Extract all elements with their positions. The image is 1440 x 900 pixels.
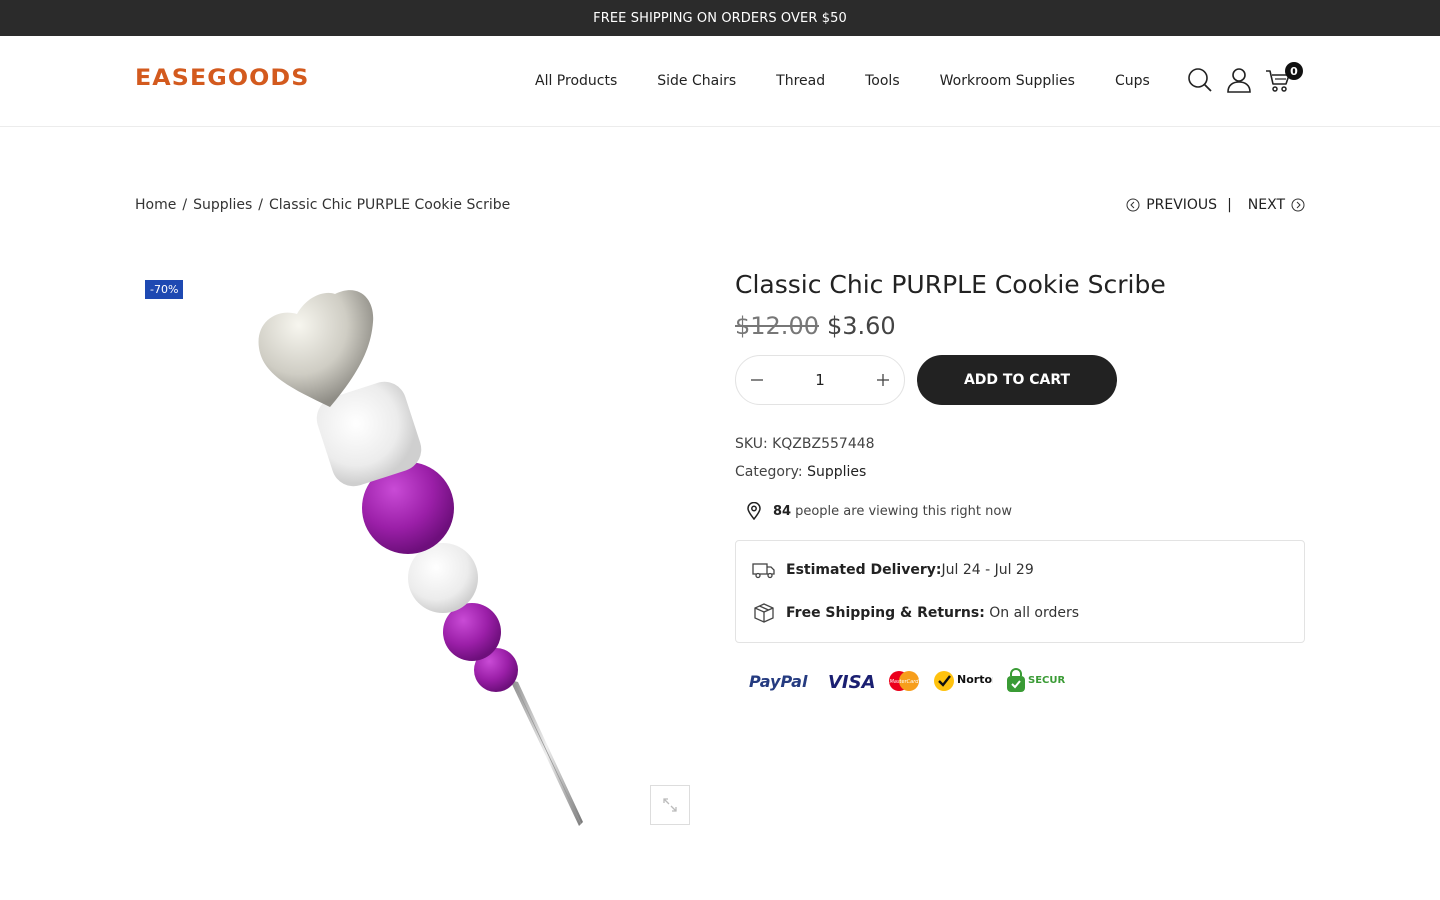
nav-item-all-products[interactable]: All Products: [535, 73, 617, 89]
old-price: $12.00: [735, 312, 819, 340]
svg-text:MasterCard: MasterCard: [890, 679, 920, 685]
viewing-count: 84: [773, 503, 792, 519]
logo[interactable]: EASEGOODS: [135, 66, 309, 91]
sku-label: SKU:: [735, 436, 768, 452]
package-icon: [754, 603, 774, 623]
decrease-quantity-button[interactable]: [748, 371, 766, 389]
increase-quantity-button[interactable]: [874, 371, 892, 389]
buy-row: 1 ADD TO CART: [735, 355, 1305, 405]
add-to-cart-button[interactable]: ADD TO CART: [917, 355, 1117, 405]
chevron-left-circle-icon[interactable]: [1126, 198, 1140, 212]
site-header: EASEGOODS All Products Side Chairs Threa…: [0, 36, 1440, 127]
product-title: Classic Chic PURPLE Cookie Scribe: [735, 270, 1166, 299]
breadcrumb: Home / Supplies / Classic Chic PURPLE Co…: [135, 197, 510, 213]
viewing-text: people are viewing this right now: [795, 503, 1012, 519]
next-link[interactable]: NEXT: [1248, 197, 1285, 213]
user-icon[interactable]: [1225, 66, 1253, 94]
sale-badge: -70%: [145, 280, 184, 299]
svg-text:Norton: Norton: [957, 673, 993, 686]
expand-icon: [663, 798, 677, 812]
payment-badges: PayPal VISA MasterCard Norton SECURE: [749, 668, 1305, 694]
cart-count-badge: 0: [1285, 62, 1303, 80]
nav-item-tools[interactable]: Tools: [865, 73, 900, 89]
nav-item-side-chairs[interactable]: Side Chairs: [657, 73, 736, 89]
shipping-row: Free Shipping & Returns: On all orders: [752, 602, 1288, 624]
secure-logo: SECURE: [1007, 668, 1065, 692]
viewing-notice: 84 people are viewing this right now: [745, 502, 1305, 520]
breadcrumb-separator: /: [258, 197, 264, 213]
product-info: Classic Chic PURPLE Cookie Scribe $12.00…: [735, 270, 1305, 694]
sale-price: $3.60: [826, 312, 896, 340]
previous-link[interactable]: PREVIOUS: [1146, 197, 1217, 213]
shipping-label: Free Shipping & Returns:: [786, 605, 985, 621]
breadcrumb-separator: /: [182, 197, 188, 213]
delivery-row: Estimated Delivery: Jul 24 - Jul 29: [752, 559, 1288, 581]
norton-logo: Norton: [934, 671, 993, 691]
delivery-label: Estimated Delivery:: [786, 562, 942, 578]
product-image[interactable]: [135, 270, 700, 840]
plus-icon: [876, 374, 889, 386]
category-label: Category:: [735, 464, 803, 480]
category-link[interactable]: Supplies: [807, 464, 866, 480]
zoom-button[interactable]: [650, 785, 690, 825]
delivery-value: Jul 24 - Jul 29: [941, 562, 1034, 578]
header-icons: 0: [1186, 62, 1303, 94]
shipping-value: On all orders: [989, 605, 1080, 621]
announcement-text: FREE SHIPPING ON ORDERS OVER $50: [593, 10, 847, 26]
nav-item-thread[interactable]: Thread: [776, 73, 825, 89]
search-icon[interactable]: [1186, 66, 1214, 94]
quantity-stepper: 1: [735, 355, 905, 405]
visa-logo: VISA: [828, 672, 875, 692]
price-block: $12.00 $3.60: [735, 312, 1305, 340]
nav-item-cups[interactable]: Cups: [1115, 73, 1150, 89]
sku-value: KQZBZ557448: [772, 436, 875, 452]
sku-row: SKU: KQZBZ557448: [735, 430, 1305, 458]
announcement-bar: FREE SHIPPING ON ORDERS OVER $50: [0, 0, 1440, 36]
chevron-right-circle-icon[interactable]: [1291, 198, 1305, 212]
product-meta: SKU: KQZBZ557448 Category: Supplies: [735, 430, 1305, 486]
breadcrumb-home[interactable]: Home: [135, 197, 176, 213]
nav-item-workroom-supplies[interactable]: Workroom Supplies: [940, 73, 1075, 89]
pager-divider: |: [1227, 197, 1232, 213]
quantity-input[interactable]: 1: [815, 371, 825, 389]
category-row: Category: Supplies: [735, 458, 1305, 486]
cart-icon[interactable]: 0: [1264, 62, 1303, 94]
product-gallery: -70%: [135, 270, 700, 840]
breadcrumb-current: Classic Chic PURPLE Cookie Scribe: [269, 197, 511, 213]
minus-icon: [751, 379, 763, 381]
svg-text:PayPal: PayPal: [749, 672, 808, 691]
delivery-info-box: Estimated Delivery: Jul 24 - Jul 29 Free …: [735, 540, 1305, 643]
breadcrumb-category[interactable]: Supplies: [193, 197, 252, 213]
paypal-logo: PayPal: [749, 672, 808, 691]
mastercard-logo: MasterCard: [889, 671, 920, 691]
map-pin-icon: [747, 502, 761, 520]
svg-text:SECURE: SECURE: [1028, 675, 1065, 686]
product-pager: PREVIOUS | NEXT: [1126, 197, 1305, 213]
svg-text:VISA: VISA: [828, 672, 875, 692]
truck-icon: [752, 563, 775, 579]
main-nav: All Products Side Chairs Thread Tools Wo…: [535, 36, 1150, 126]
